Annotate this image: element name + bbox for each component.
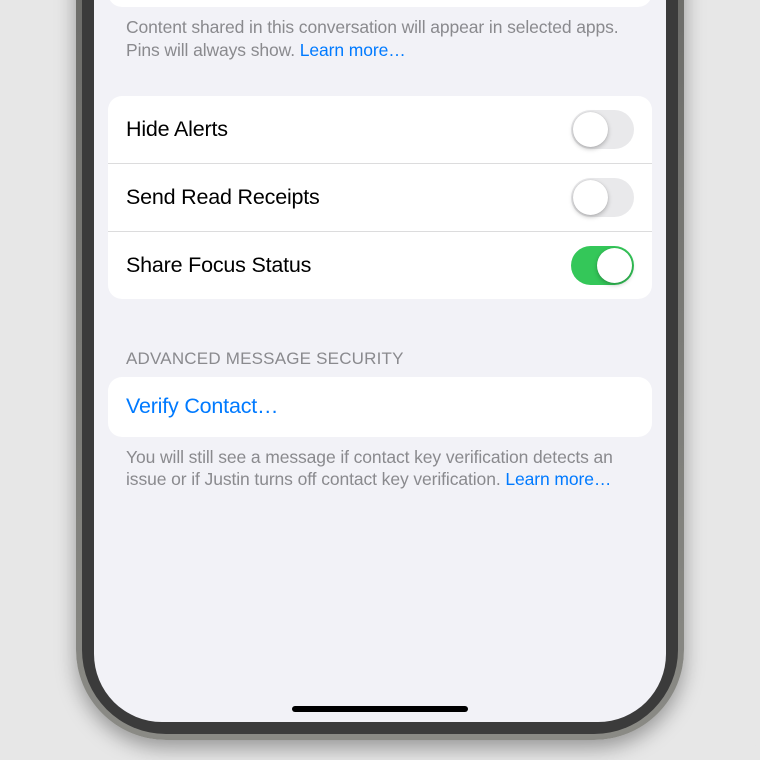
send-read-receipts-label: Send Read Receipts bbox=[126, 185, 320, 210]
notifications-group: Hide Alerts Send Read Receipts Share Foc… bbox=[108, 96, 652, 299]
verify-contact-row[interactable]: Verify Contact… bbox=[108, 377, 652, 437]
shared-with-you-footer: Content shared in this conversation will… bbox=[108, 7, 652, 62]
phone-frame: Show in Shared with You Content shared i… bbox=[76, 0, 684, 740]
send-read-receipts-toggle[interactable] bbox=[571, 178, 634, 217]
security-learn-more-link[interactable]: Learn more… bbox=[505, 469, 611, 489]
hide-alerts-toggle[interactable] bbox=[571, 110, 634, 149]
settings-screen: Show in Shared with You Content shared i… bbox=[94, 0, 666, 722]
send-read-receipts-row[interactable]: Send Read Receipts bbox=[108, 163, 652, 231]
verify-contact-link[interactable]: Verify Contact… bbox=[126, 394, 278, 419]
share-focus-status-row[interactable]: Share Focus Status bbox=[108, 231, 652, 299]
share-focus-status-label: Share Focus Status bbox=[126, 253, 311, 278]
security-footer: You will still see a message if contact … bbox=[108, 437, 652, 492]
advanced-message-security-header: ADVANCED MESSAGE SECURITY bbox=[108, 349, 652, 377]
advanced-message-security-group: Verify Contact… bbox=[108, 377, 652, 437]
share-focus-status-toggle[interactable] bbox=[571, 246, 634, 285]
home-indicator[interactable] bbox=[292, 706, 468, 712]
hide-alerts-label: Hide Alerts bbox=[126, 117, 228, 142]
shared-with-you-learn-more-link[interactable]: Learn more… bbox=[300, 40, 406, 60]
shared-with-you-group: Show in Shared with You bbox=[108, 0, 652, 7]
show-in-shared-with-you-row[interactable]: Show in Shared with You bbox=[108, 0, 652, 7]
hide-alerts-row[interactable]: Hide Alerts bbox=[108, 96, 652, 163]
